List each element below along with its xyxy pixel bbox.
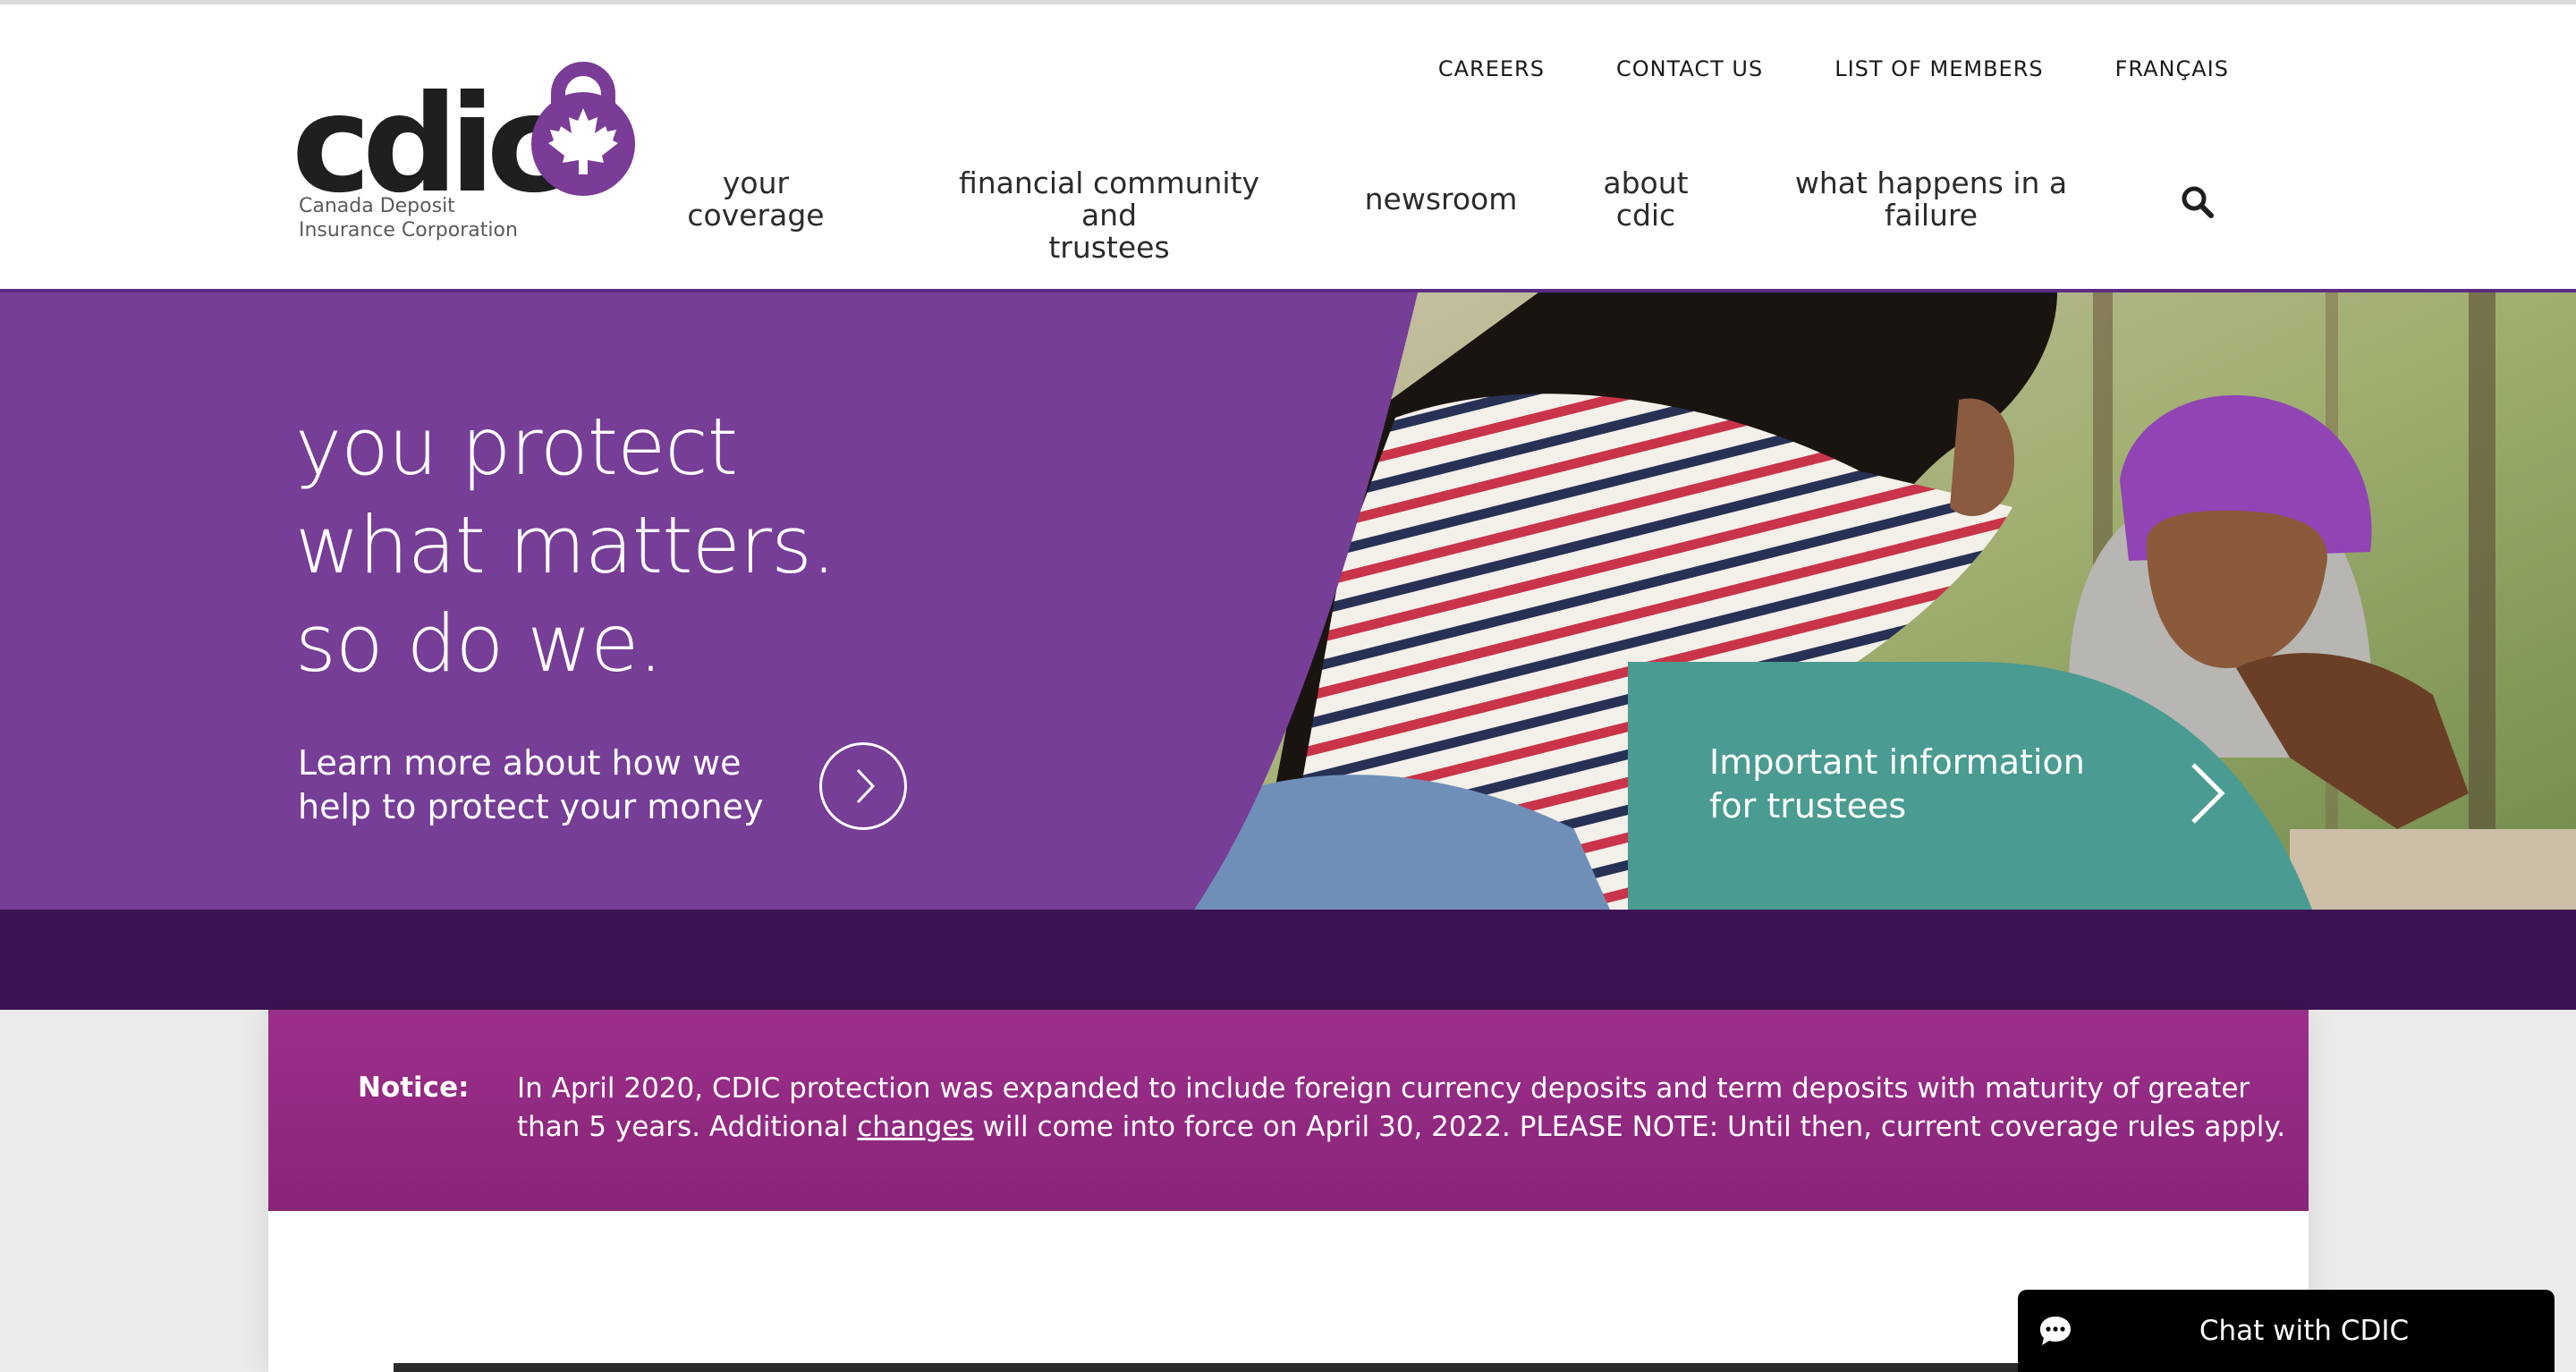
notice-text-after: will come into force on April 30, 2022. … bbox=[973, 1111, 2286, 1143]
nav-label-line2: failure bbox=[1884, 198, 1979, 233]
nav-newsroom[interactable]: newsroom bbox=[1360, 183, 1522, 216]
changes-link[interactable]: changes bbox=[857, 1111, 973, 1143]
hero-title-line3: so do we. bbox=[295, 597, 663, 690]
utility-nav: CAREERS CONTACT US LIST OF MEMBERS FRANÇ… bbox=[1367, 56, 2229, 81]
hero-title: you protect what matters. so do we. bbox=[295, 398, 836, 693]
hero-cta-button[interactable] bbox=[819, 742, 907, 830]
chevron-right-icon[interactable] bbox=[2182, 758, 2236, 829]
nav-what-happens-failure[interactable]: what happens in a failure bbox=[1784, 167, 2079, 232]
list-of-members-link[interactable]: LIST OF MEMBERS bbox=[1835, 56, 2043, 81]
nav-label-line1: financial community and bbox=[958, 165, 1260, 233]
notice-text: In April 2020, CDIC protection was expan… bbox=[517, 1070, 2297, 1147]
hero-title-line2: what matters. bbox=[295, 499, 836, 591]
trustee-info-link[interactable]: Important information for trustees bbox=[1709, 741, 2139, 828]
nav-label-line2: cdic bbox=[1615, 198, 1676, 233]
hero-cta-text[interactable]: Learn more about how we help to protect … bbox=[298, 741, 817, 829]
nav-label-line1: about bbox=[1603, 165, 1689, 200]
francais-link[interactable]: FRANÇAIS bbox=[2115, 56, 2229, 81]
search-icon[interactable] bbox=[2181, 185, 2215, 219]
site-header: cdic Canada Deposit Insurance Corporatio… bbox=[0, 4, 2576, 292]
notice-label: Notice: bbox=[358, 1071, 470, 1104]
video-player-edge bbox=[394, 1363, 2021, 1372]
chat-label: Chat with CDIC bbox=[2199, 1315, 2410, 1347]
nav-label-line2: coverage bbox=[687, 198, 825, 233]
careers-link[interactable]: CAREERS bbox=[1438, 56, 1545, 81]
nav-label-line2: trustees bbox=[1048, 230, 1170, 265]
nav-financial-community[interactable]: financial community and trustees bbox=[930, 167, 1288, 264]
chevron-right-icon bbox=[856, 768, 876, 804]
notice-banner: Notice: In April 2020, CDIC protection w… bbox=[268, 1010, 2309, 1211]
contact-us-link[interactable]: CONTACT US bbox=[1616, 56, 1763, 81]
chat-button[interactable]: Chat with CDIC bbox=[2018, 1290, 2555, 1372]
hero-title-line1: you protect bbox=[295, 401, 738, 493]
nav-label-line1: newsroom bbox=[1364, 182, 1518, 216]
nav-your-coverage[interactable]: your coverage bbox=[680, 167, 832, 232]
nav-label-line1: what happens in a bbox=[1794, 165, 2068, 200]
hero-banner: you protect what matters. so do we. Lear… bbox=[0, 292, 2576, 910]
nav-label-line1: your bbox=[722, 165, 790, 200]
nav-about-cdic[interactable]: about cdic bbox=[1592, 167, 1699, 232]
hero-bottom-band bbox=[0, 910, 2576, 1010]
